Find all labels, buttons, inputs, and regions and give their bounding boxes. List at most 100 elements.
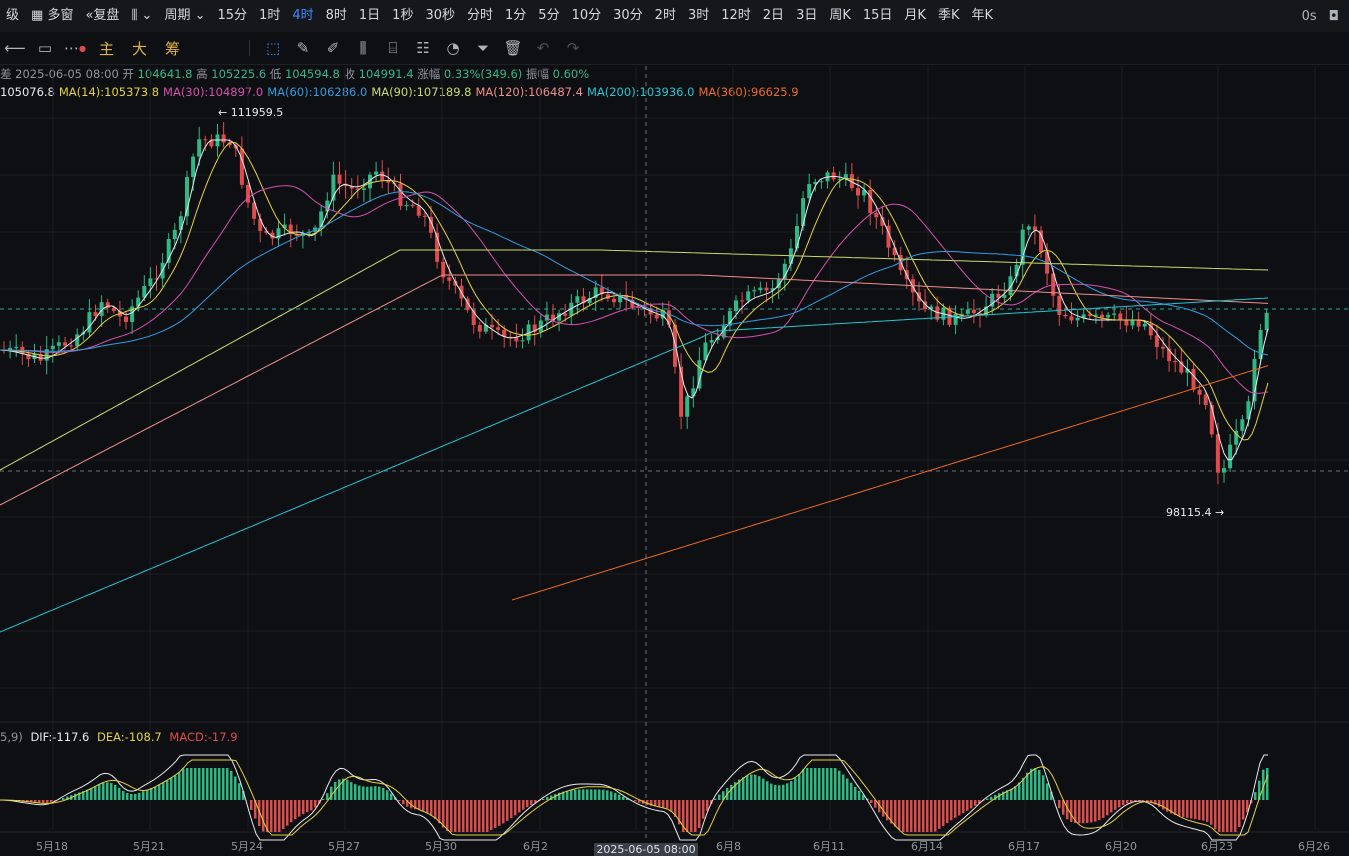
macd-bar xyxy=(634,800,637,801)
kline-chart[interactable] xyxy=(0,0,1349,854)
candle-body xyxy=(728,311,732,326)
macd-bar xyxy=(602,790,605,800)
macd-bar xyxy=(898,800,901,830)
macd-bar xyxy=(834,768,837,800)
x-axis-label: 5月21 xyxy=(133,838,165,854)
candle-body xyxy=(380,172,384,181)
macd-bar xyxy=(786,783,789,800)
macd-bar xyxy=(1254,792,1257,800)
macd-bar xyxy=(90,788,93,800)
macd-bar xyxy=(790,781,793,800)
macd-bar xyxy=(1218,800,1221,832)
candle-body xyxy=(685,396,689,416)
macd-bar xyxy=(906,800,909,832)
macd-bar xyxy=(1018,782,1021,800)
macd-bar xyxy=(946,800,949,823)
macd-bar xyxy=(1210,800,1213,825)
macd-bar xyxy=(114,785,117,800)
macd-legend: 5,9) DIF:-117.6 DEA:-108.7 MACD:-17.9 xyxy=(0,730,238,744)
candle-body xyxy=(423,216,427,217)
ma-line-14 xyxy=(0,142,1268,440)
macd-bar xyxy=(326,793,329,800)
candle-body xyxy=(124,316,128,321)
macd-bar xyxy=(338,779,341,800)
macd-bar xyxy=(914,800,917,832)
macd-bar xyxy=(1242,800,1245,820)
macd-bar xyxy=(1174,800,1177,815)
low-annotation: 98115.4 → xyxy=(1166,506,1224,519)
macd-bar xyxy=(434,800,437,819)
macd-bar xyxy=(1090,800,1093,822)
macd-bar xyxy=(1194,800,1197,819)
macd-bar xyxy=(970,800,973,808)
macd-bar xyxy=(842,775,845,800)
macd-bar xyxy=(746,776,749,800)
macd-bar xyxy=(698,800,701,828)
macd-bar xyxy=(582,789,585,800)
macd-bar xyxy=(1094,800,1097,822)
candle-body xyxy=(417,206,421,216)
macd-bar xyxy=(446,800,449,831)
macd-bar xyxy=(794,778,797,800)
macd-bar xyxy=(302,800,305,814)
macd-bar xyxy=(106,782,109,800)
candle-body xyxy=(972,310,976,313)
macd-bar xyxy=(278,800,281,832)
macd-bar xyxy=(926,800,929,832)
macd-bar xyxy=(162,783,165,800)
macd-bar xyxy=(74,794,77,800)
macd-bar xyxy=(814,768,817,800)
macd-bar xyxy=(202,768,205,800)
candle-body xyxy=(63,342,67,345)
x-axis-label: 5月27 xyxy=(328,838,360,854)
candle-body xyxy=(1228,445,1232,468)
candle-body xyxy=(1021,230,1025,265)
macd-bar xyxy=(438,800,441,823)
candle-body xyxy=(399,184,403,206)
candle-body xyxy=(1204,395,1208,405)
candle-body xyxy=(740,300,744,301)
candle-body xyxy=(783,264,787,280)
macd-bar xyxy=(958,800,961,815)
macd-bar xyxy=(138,793,141,800)
macd-bar xyxy=(486,800,489,832)
macd-bar xyxy=(386,790,389,800)
macd-bar xyxy=(194,768,197,800)
candle-body xyxy=(203,139,207,140)
candle-body xyxy=(191,157,195,178)
macd-bar xyxy=(498,800,501,826)
candle-body xyxy=(411,205,415,206)
candle-body xyxy=(563,313,567,315)
macd-bar xyxy=(778,785,781,800)
candle-body xyxy=(14,347,18,348)
macd-bar xyxy=(234,776,237,800)
macd-bar xyxy=(578,789,581,800)
macd-bar xyxy=(166,780,169,800)
macd-bar xyxy=(690,800,693,832)
macd-params: 5,9) xyxy=(0,730,23,744)
candle-body xyxy=(1155,335,1159,347)
macd-bar xyxy=(838,771,841,800)
macd-bar xyxy=(818,768,821,800)
candle-body xyxy=(746,291,750,300)
macd-bar xyxy=(1042,775,1045,800)
macd-bar xyxy=(822,768,825,800)
macd-bar xyxy=(658,800,661,807)
macd-bar xyxy=(858,791,861,800)
macd-bar xyxy=(1010,789,1013,800)
candle-body xyxy=(57,342,61,345)
macd-bar xyxy=(806,768,809,800)
candle-body xyxy=(655,315,659,319)
macd-bar xyxy=(586,789,589,800)
macd-bar xyxy=(238,783,241,800)
macd-bar xyxy=(1214,800,1217,829)
candle-body xyxy=(807,184,811,198)
macd-bar xyxy=(362,786,365,800)
macd-bar xyxy=(402,800,405,804)
macd-bar xyxy=(766,781,769,800)
macd-bar xyxy=(514,800,517,815)
macd-bar xyxy=(730,785,733,800)
macd-bar xyxy=(430,800,433,815)
macd-bar xyxy=(1162,800,1165,809)
macd-bar xyxy=(462,800,465,832)
